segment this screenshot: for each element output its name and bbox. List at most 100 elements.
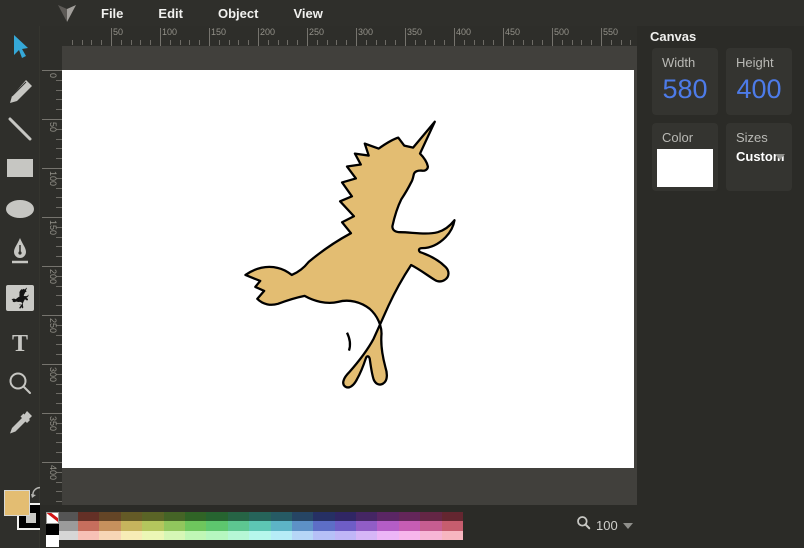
- canvas-color-swatch[interactable]: [657, 149, 713, 187]
- palette-swatch[interactable]: [398, 512, 421, 522]
- ruler-tick: [238, 40, 240, 45]
- palette-swatch[interactable]: [356, 521, 378, 531]
- palette-swatch[interactable]: [420, 521, 442, 531]
- ruler-label: 350: [407, 27, 423, 37]
- palette-swatch[interactable]: [270, 521, 292, 531]
- tool-zoom[interactable]: [0, 368, 40, 398]
- menu-edit[interactable]: Edit: [146, 2, 195, 25]
- ruler-label: 150: [48, 220, 58, 236]
- palette-swatch[interactable]: [313, 530, 335, 541]
- palette-swatch[interactable]: [99, 521, 121, 531]
- palette-swatch[interactable]: [356, 512, 378, 522]
- tool-eyedropper[interactable]: [0, 408, 40, 438]
- palette-swatch[interactable]: [206, 512, 228, 522]
- palette-swatch[interactable]: [377, 512, 399, 522]
- palette-swatch[interactable]: [163, 530, 185, 541]
- palette-swatch[interactable]: [120, 530, 143, 541]
- menubar: File Edit Object View: [0, 0, 804, 26]
- palette-swatch[interactable]: [377, 530, 399, 541]
- canvas-shape-unicorn[interactable]: [244, 120, 456, 389]
- palette-swatch[interactable]: [270, 530, 292, 541]
- palette-swatch[interactable]: [270, 512, 292, 522]
- palette-swatch[interactable]: [184, 521, 207, 531]
- palette-swatch[interactable]: [78, 530, 100, 541]
- palette-swatch[interactable]: [120, 512, 143, 522]
- palette-swatch[interactable]: [334, 521, 357, 531]
- palette-swatch[interactable]: [249, 512, 271, 522]
- color-label: Color: [662, 130, 694, 145]
- tool-text[interactable]: T: [0, 328, 40, 358]
- ruler-tick: [591, 40, 593, 45]
- palette-swatch[interactable]: [163, 512, 185, 522]
- palette-swatch[interactable]: [313, 521, 335, 531]
- palette-swatch-none[interactable]: [46, 512, 59, 524]
- palette-swatch[interactable]: [142, 530, 164, 541]
- ruler-tick: [209, 28, 210, 46]
- palette-swatch[interactable]: [206, 521, 228, 531]
- drawing-canvas[interactable]: [62, 70, 634, 468]
- tool-line[interactable]: [0, 114, 40, 144]
- palette-swatch[interactable]: [291, 530, 314, 541]
- palette-swatch[interactable]: [99, 530, 121, 541]
- tool-shape-library[interactable]: [0, 283, 40, 313]
- palette-swatch[interactable]: [78, 521, 100, 531]
- tool-pencil[interactable]: [0, 77, 40, 107]
- palette-swatch[interactable]: [334, 512, 357, 522]
- palette-swatch[interactable]: [356, 530, 378, 541]
- palette-swatch[interactable]: [59, 521, 78, 531]
- palette-swatch[interactable]: [420, 512, 442, 522]
- ruler-tick: [42, 413, 62, 414]
- palette-swatch[interactable]: [441, 530, 464, 541]
- ruler-label: 50: [48, 122, 58, 133]
- palette-swatch[interactable]: [249, 521, 271, 531]
- width-value[interactable]: 580: [652, 74, 718, 105]
- palette-swatch[interactable]: [441, 521, 464, 531]
- palette-swatch[interactable]: [313, 512, 335, 522]
- palette-swatch[interactable]: [227, 530, 250, 541]
- palette-column: [291, 512, 314, 547]
- palette-swatch[interactable]: [249, 530, 271, 541]
- palette-swatch[interactable]: [59, 512, 78, 522]
- palette-swatch[interactable]: [441, 512, 464, 522]
- palette-swatch[interactable]: [99, 512, 121, 522]
- palette-swatch[interactable]: [398, 530, 421, 541]
- palette-swatch[interactable]: [398, 521, 421, 531]
- palette-swatch[interactable]: [78, 512, 100, 522]
- menu-object[interactable]: Object: [206, 2, 270, 25]
- palette-swatch[interactable]: [46, 523, 59, 536]
- palette-swatch[interactable]: [142, 521, 164, 531]
- palette-swatch[interactable]: [206, 530, 228, 541]
- palette-swatch[interactable]: [163, 521, 185, 531]
- palette-swatch[interactable]: [420, 530, 442, 541]
- menu-file[interactable]: File: [89, 2, 135, 25]
- ruler-tick: [610, 40, 612, 45]
- palette-swatch[interactable]: [227, 521, 250, 531]
- palette-swatch[interactable]: [291, 521, 314, 531]
- palette-swatch[interactable]: [120, 521, 143, 531]
- ruler-tick: [189, 40, 191, 45]
- palette-swatch[interactable]: [184, 530, 207, 541]
- zoom-control[interactable]: 100: [576, 515, 633, 535]
- tool-rectangle[interactable]: [0, 153, 40, 183]
- palette-swatch[interactable]: [142, 512, 164, 522]
- rectangle-icon: [6, 157, 34, 179]
- palette-swatch[interactable]: [59, 530, 78, 541]
- palette-swatch[interactable]: [334, 530, 357, 541]
- ruler-tick: [42, 70, 62, 71]
- palette-swatch[interactable]: [46, 535, 59, 547]
- chevron-down-icon[interactable]: [775, 154, 785, 160]
- tool-path[interactable]: [0, 236, 40, 266]
- palette-swatch[interactable]: [291, 512, 314, 522]
- canvas-viewport[interactable]: [62, 46, 637, 505]
- zoom-level-value[interactable]: 100: [596, 518, 618, 533]
- height-value[interactable]: 400: [726, 74, 792, 105]
- palette-swatch[interactable]: [184, 512, 207, 522]
- chevron-down-icon[interactable]: [622, 523, 633, 529]
- tool-ellipse[interactable]: [0, 194, 40, 224]
- palette-swatch[interactable]: [377, 521, 399, 531]
- palette-swatch[interactable]: [227, 512, 250, 522]
- tool-select[interactable]: [0, 32, 40, 62]
- fill-color-swatch[interactable]: [4, 490, 30, 516]
- menu-view[interactable]: View: [281, 2, 334, 25]
- palette-column: [206, 512, 228, 547]
